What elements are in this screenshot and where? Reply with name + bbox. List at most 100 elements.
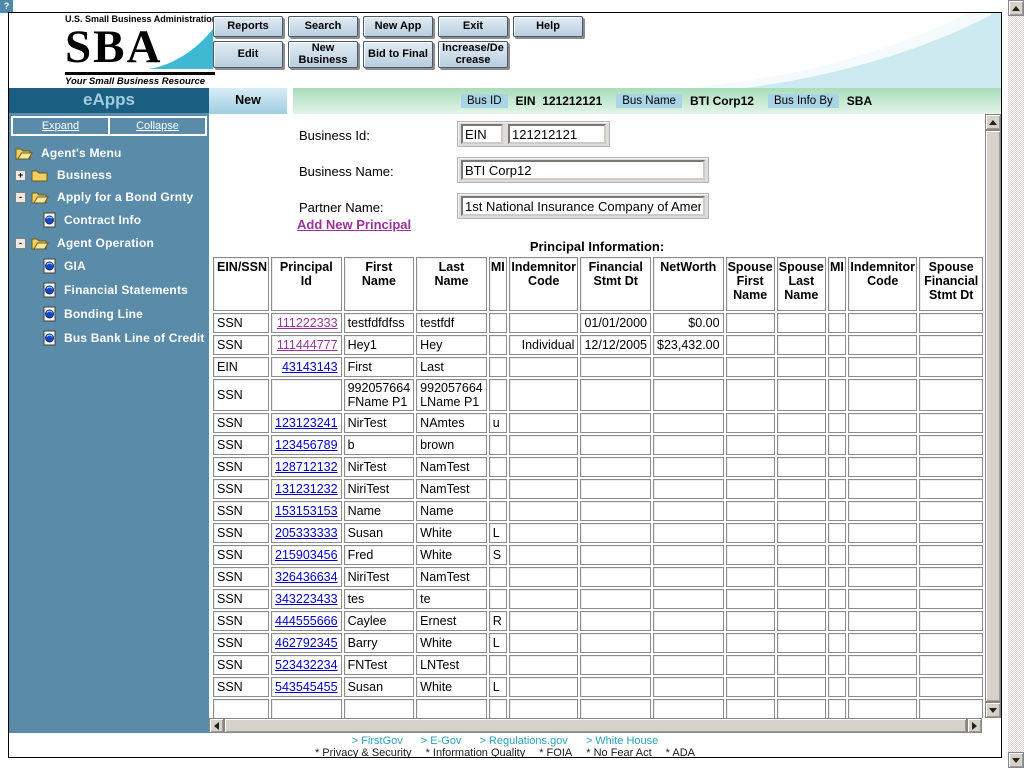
collapse-toggle-icon[interactable]: - bbox=[15, 192, 26, 203]
cell-spouse-last-name bbox=[777, 633, 826, 653]
cell-financial-stmt-dt bbox=[580, 523, 651, 543]
content-horizontal-scroll-thumb[interactable] bbox=[224, 718, 967, 733]
content-scrollbar-horizontal[interactable] bbox=[209, 718, 982, 733]
cell-spouse-financial-stmt-dt bbox=[919, 545, 983, 565]
footer-link-privacy-security[interactable]: * Privacy & Security bbox=[315, 747, 412, 758]
table-row: SSN153153153NameName bbox=[213, 501, 983, 521]
footer-link-regulations-gov[interactable]: > Regulations.gov bbox=[479, 735, 567, 747]
header-button-new-business[interactable]: New Business bbox=[288, 41, 358, 68]
cell-net-worth bbox=[653, 589, 724, 609]
cell-ein-ssn: SSN bbox=[213, 545, 269, 565]
tab-new[interactable]: New bbox=[209, 88, 287, 114]
principal-link-43143143[interactable]: 43143143 bbox=[282, 360, 338, 374]
cell-financial-stmt-dt bbox=[580, 655, 651, 675]
content-scroll-right-button[interactable] bbox=[967, 718, 982, 733]
footer-link-e-gov[interactable]: > E-Gov bbox=[421, 735, 462, 747]
sidebar-item-apply-for-a-bond-grnty[interactable]: -Apply for a Bond Grnty bbox=[9, 186, 209, 208]
footer-link-no-fear-act[interactable]: * No Fear Act bbox=[586, 747, 651, 758]
cell-spouse-financial-stmt-dt bbox=[919, 435, 983, 455]
sidebar-item-financial-statements[interactable]: Financial Statements bbox=[9, 278, 209, 302]
cell-spouse-mi bbox=[828, 357, 846, 377]
sidebar-item-business[interactable]: +Business bbox=[9, 164, 209, 186]
sidebar-item-bonding-line[interactable]: Bonding Line bbox=[9, 302, 209, 326]
cell-spouse-last-name bbox=[777, 435, 826, 455]
cell-spouse-last-name bbox=[777, 545, 826, 565]
column-header-spouse-last-name-9: Spouse Last Name bbox=[777, 257, 826, 311]
folder-closed-icon bbox=[31, 168, 49, 182]
header-button-increase-decrease[interactable]: Increase/Decrease bbox=[438, 41, 508, 68]
partner-name-label: Partner Name: bbox=[299, 200, 384, 215]
principal-link-215903456[interactable]: 215903456 bbox=[275, 548, 338, 562]
cell-last-name: NamTest bbox=[416, 479, 487, 499]
cell-mi bbox=[489, 589, 507, 609]
header-button-reports[interactable]: Reports bbox=[213, 16, 283, 37]
header-button-bid-to-final[interactable]: Bid to Final bbox=[363, 41, 433, 68]
principal-link-343223433[interactable]: 343223433 bbox=[275, 592, 338, 606]
footer-link-information-quality[interactable]: * Information Quality bbox=[426, 747, 526, 758]
header-button-exit[interactable]: Exit bbox=[438, 16, 508, 37]
sidebar-item-agent-operation[interactable]: -Agent Operation bbox=[9, 232, 209, 254]
principal-link-205333333[interactable]: 205333333 bbox=[275, 526, 338, 540]
footer-link-ada[interactable]: * ADA bbox=[666, 747, 695, 758]
footer-link-firstgov[interactable]: > FirstGov bbox=[352, 735, 403, 747]
principal-link-123123241[interactable]: 123123241 bbox=[275, 416, 338, 430]
cell-first-name: Caylee bbox=[344, 611, 415, 631]
principal-link-444555666[interactable]: 444555666 bbox=[275, 614, 338, 628]
page-scroll-up-button[interactable] bbox=[1008, 0, 1024, 16]
page-scroll-down-button[interactable] bbox=[1008, 752, 1024, 768]
business-id-number-field[interactable] bbox=[508, 124, 606, 144]
document-icon bbox=[43, 306, 56, 322]
footer-link-foia[interactable]: * FOIA bbox=[539, 747, 572, 758]
partner-name-field[interactable] bbox=[461, 196, 705, 216]
page-scrollbar-vertical[interactable] bbox=[1008, 0, 1024, 768]
cell-ein-ssn: SSN bbox=[213, 567, 269, 587]
business-id-type-field[interactable] bbox=[461, 124, 503, 144]
sidebar-item-agent-s-menu[interactable]: Agent's Menu bbox=[9, 142, 209, 164]
cell-last-name: brown bbox=[416, 435, 487, 455]
content-scrollbar-vertical[interactable] bbox=[985, 114, 1001, 718]
expand-button[interactable]: Expand bbox=[12, 117, 109, 135]
sidebar-item-gia[interactable]: GIA bbox=[9, 254, 209, 278]
content-vertical-scroll-thumb[interactable] bbox=[985, 130, 1001, 702]
header-button-edit[interactable]: Edit bbox=[213, 41, 283, 68]
cell-spouse-last-name bbox=[777, 699, 826, 718]
principal-link-153153153[interactable]: 153153153 bbox=[275, 504, 338, 518]
sba-logo: U.S. Small Business Administration SBA Y… bbox=[65, 14, 215, 87]
collapse-toggle-icon[interactable]: - bbox=[15, 238, 26, 249]
cell-spouse-last-name bbox=[777, 611, 826, 631]
cell-spouse-mi bbox=[828, 435, 846, 455]
table-row: SSN123123241NirTestNAmtesu bbox=[213, 413, 983, 433]
principal-link-128712132[interactable]: 128712132 bbox=[275, 460, 338, 474]
cell-spouse-indemnitor-code bbox=[848, 335, 917, 355]
cell-indemnitor-code bbox=[509, 501, 579, 521]
cell-principal-id: 326436634 bbox=[271, 567, 342, 587]
principal-link-123456789[interactable]: 123456789 bbox=[275, 438, 338, 452]
principal-link-326436634[interactable]: 326436634 bbox=[275, 570, 338, 584]
cell-spouse-last-name bbox=[777, 523, 826, 543]
principal-link-462792345[interactable]: 462792345 bbox=[275, 636, 338, 650]
content-scroll-left-button[interactable] bbox=[209, 718, 224, 733]
cell-principal-id: 123123241 bbox=[271, 413, 342, 433]
principal-link-111444777[interactable]: 111444777 bbox=[277, 338, 338, 352]
content-scroll-up-button[interactable] bbox=[985, 114, 1001, 130]
header-button-search[interactable]: Search bbox=[288, 16, 358, 37]
sidebar-item-contract-info[interactable]: Contract Info bbox=[9, 208, 209, 232]
content-scroll-down-button[interactable] bbox=[985, 702, 1001, 718]
principal-link-131231232[interactable]: 131231232 bbox=[275, 482, 338, 496]
collapse-button[interactable]: Collapse bbox=[109, 117, 206, 135]
principal-link-111222333[interactable]: 111222333 bbox=[277, 316, 338, 330]
cell-spouse-last-name bbox=[777, 379, 826, 411]
header-button-new-app[interactable]: New App bbox=[363, 16, 433, 37]
principal-link-543545455[interactable]: 543545455 bbox=[275, 680, 338, 694]
expand-toggle-icon[interactable]: + bbox=[15, 170, 26, 181]
header-button-help[interactable]: Help bbox=[513, 16, 583, 37]
footer-link-white-house[interactable]: > White House bbox=[586, 735, 658, 747]
sidebar-item-bus-bank-line-of-credit[interactable]: Bus Bank Line of Credit bbox=[9, 326, 209, 350]
column-header-spouse-financial-stmt-dt-12: Spouse Financial Stmt Dt bbox=[919, 257, 983, 311]
add-new-principal-link[interactable]: Add New Principal bbox=[297, 217, 411, 232]
arrow-down-icon bbox=[1012, 758, 1020, 763]
cell-last-name: LNTest bbox=[416, 655, 487, 675]
principal-link-523432234[interactable]: 523432234 bbox=[275, 658, 338, 672]
status-label-bus-id: Bus ID bbox=[461, 94, 508, 108]
business-name-field[interactable] bbox=[461, 160, 705, 180]
